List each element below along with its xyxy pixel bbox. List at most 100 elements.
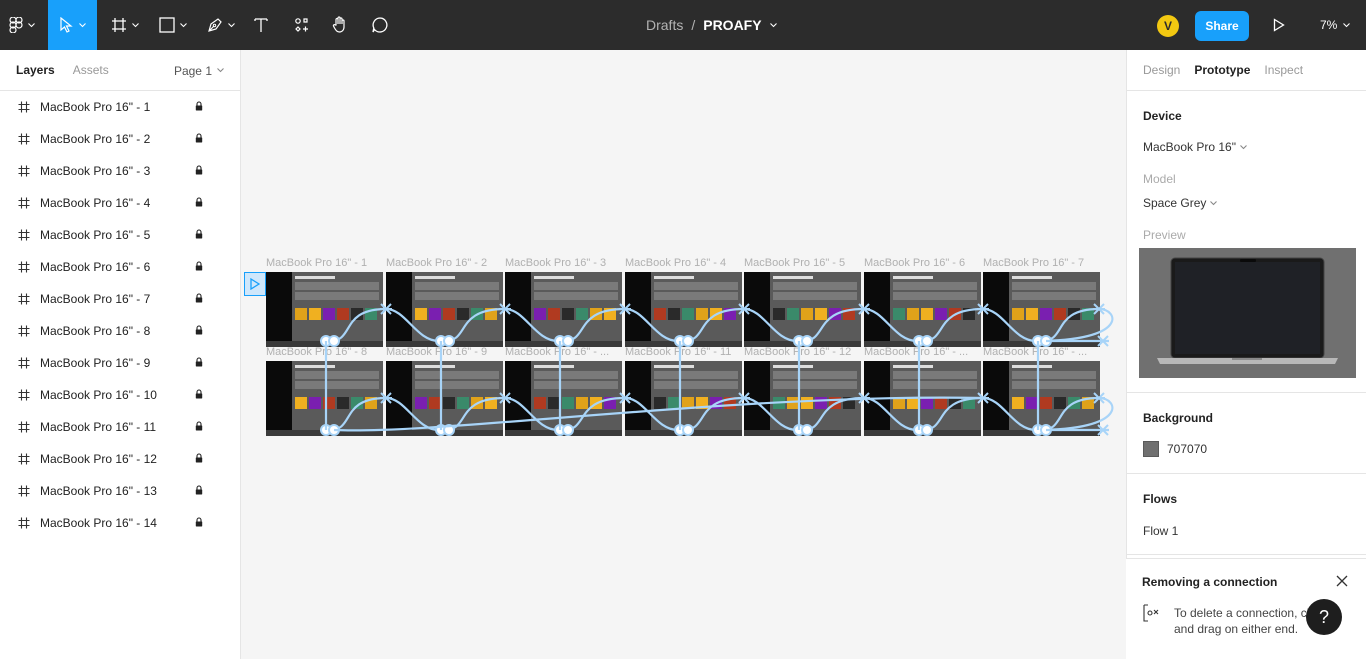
layer-item[interactable]: MacBook Pro 16" - 4 (0, 187, 240, 219)
lock-icon[interactable] (195, 197, 203, 207)
file-name[interactable]: PROAFY (703, 17, 761, 33)
shape-tool-button[interactable] (152, 0, 194, 50)
main-menu-button[interactable] (0, 0, 44, 50)
file-title[interactable]: Drafts / PROAFY (646, 0, 777, 50)
connection-line[interactable] (863, 396, 918, 432)
layer-item[interactable]: MacBook Pro 16" - 1 (0, 91, 240, 123)
present-button[interactable] (1266, 0, 1292, 50)
connection-line[interactable] (683, 307, 745, 343)
connection-line[interactable] (504, 396, 559, 432)
connection-line[interactable] (802, 396, 865, 432)
tab-layers[interactable]: Layers (16, 63, 55, 77)
connection-line[interactable] (333, 396, 984, 432)
layer-name: MacBook Pro 16" - 1 (40, 100, 151, 114)
zoom-menu[interactable]: 7% (1320, 0, 1351, 50)
lock-icon[interactable] (195, 101, 203, 111)
layer-item[interactable]: MacBook Pro 16" - 12 (0, 443, 240, 475)
prototype-connections[interactable] (241, 50, 1126, 659)
layer-item[interactable]: MacBook Pro 16" - 11 (0, 411, 240, 443)
frame-tool-button[interactable] (105, 0, 145, 50)
connection-line[interactable] (504, 307, 559, 343)
text-tool-button[interactable] (248, 0, 274, 50)
connection-node[interactable] (328, 335, 340, 347)
move-tool-button[interactable] (48, 0, 97, 50)
connection-line[interactable] (743, 307, 798, 343)
lock-icon[interactable] (195, 325, 203, 335)
connection-line[interactable] (683, 396, 745, 432)
canvas[interactable]: MacBook Pro 16" - 1 MacBook Pro 16" - 2 Ma… (241, 50, 1126, 659)
layer-name: MacBook Pro 16" - 8 (40, 324, 151, 338)
tab-design[interactable]: Design (1143, 63, 1180, 77)
connection-node[interactable] (562, 335, 574, 347)
flow-item[interactable]: Flow 1 (1143, 524, 1178, 538)
connection-node[interactable] (921, 424, 933, 436)
background-color-field[interactable]: 707070 (1143, 441, 1207, 457)
connection-node[interactable] (682, 335, 694, 347)
tab-inspect[interactable]: Inspect (1264, 63, 1303, 77)
connection-node[interactable] (562, 424, 574, 436)
avatar[interactable]: V (1157, 15, 1179, 37)
pen-tool-button[interactable] (200, 0, 242, 50)
connection-line[interactable] (329, 307, 387, 343)
layer-item[interactable]: MacBook Pro 16" - 9 (0, 347, 240, 379)
connection-node[interactable] (921, 335, 933, 347)
layer-item[interactable]: MacBook Pro 16" - 13 (0, 475, 240, 507)
connection-line[interactable] (329, 396, 387, 432)
connection-node[interactable] (682, 424, 694, 436)
model-select[interactable]: Space Grey (1143, 196, 1218, 210)
connection-line[interactable] (624, 396, 679, 432)
page-name: Page 1 (173, 63, 212, 78)
hand-tool-button[interactable] (326, 0, 354, 50)
lock-icon[interactable] (195, 517, 203, 527)
connection-line[interactable] (802, 307, 865, 343)
layer-item[interactable]: MacBook Pro 16" - 5 (0, 219, 240, 251)
breadcrumb-drafts[interactable]: Drafts (646, 17, 683, 33)
lock-icon[interactable] (195, 165, 203, 175)
lock-icon[interactable] (195, 421, 203, 431)
tab-prototype[interactable]: Prototype (1194, 63, 1250, 77)
connection-node[interactable] (443, 335, 455, 347)
lock-icon[interactable] (195, 357, 203, 367)
help-button[interactable]: ? (1306, 599, 1342, 635)
lock-icon[interactable] (195, 229, 203, 239)
layer-item[interactable]: MacBook Pro 16" - 14 (0, 507, 240, 539)
frame-icon (18, 421, 30, 433)
connection-line[interactable] (444, 307, 506, 343)
lock-icon[interactable] (195, 453, 203, 463)
page-selector[interactable]: Page 1 (174, 50, 224, 91)
connection-line[interactable] (863, 307, 918, 343)
layer-item[interactable]: MacBook Pro 16" - 2 (0, 123, 240, 155)
connection-line[interactable] (922, 396, 984, 432)
lock-icon[interactable] (195, 293, 203, 303)
layer-item[interactable]: MacBook Pro 16" - 10 (0, 379, 240, 411)
lock-icon[interactable] (195, 261, 203, 271)
layer-item[interactable]: MacBook Pro 16" - 8 (0, 315, 240, 347)
color-swatch[interactable] (1143, 441, 1159, 457)
device-value: MacBook Pro 16" (1143, 140, 1236, 154)
lock-icon[interactable] (195, 389, 203, 399)
frame-icon (18, 453, 30, 465)
share-button[interactable]: Share (1195, 11, 1249, 41)
connection-line[interactable] (624, 307, 679, 343)
connection-line[interactable] (385, 396, 440, 432)
connection-line[interactable] (385, 307, 440, 343)
tab-assets[interactable]: Assets (73, 63, 109, 77)
lock-icon[interactable] (195, 133, 203, 143)
background-hex[interactable]: 707070 (1167, 442, 1207, 456)
comment-tool-button[interactable] (366, 0, 394, 50)
device-select[interactable]: MacBook Pro 16" (1143, 140, 1247, 154)
chevron-down-icon[interactable] (769, 22, 777, 28)
layer-name: MacBook Pro 16" - 3 (40, 164, 151, 178)
connection-node[interactable] (801, 335, 813, 347)
connection-line[interactable] (922, 307, 984, 343)
layer-item[interactable]: MacBook Pro 16" - 7 (0, 283, 240, 315)
layer-item[interactable]: MacBook Pro 16" - 3 (0, 155, 240, 187)
connection-line[interactable] (563, 307, 626, 343)
connection-line[interactable] (982, 307, 1037, 343)
resources-tool-button[interactable] (288, 0, 316, 50)
close-icon[interactable] (1335, 574, 1349, 588)
connection-node[interactable] (801, 424, 813, 436)
connection-line[interactable] (982, 396, 1037, 432)
layer-item[interactable]: MacBook Pro 16" - 6 (0, 251, 240, 283)
lock-icon[interactable] (195, 485, 203, 495)
